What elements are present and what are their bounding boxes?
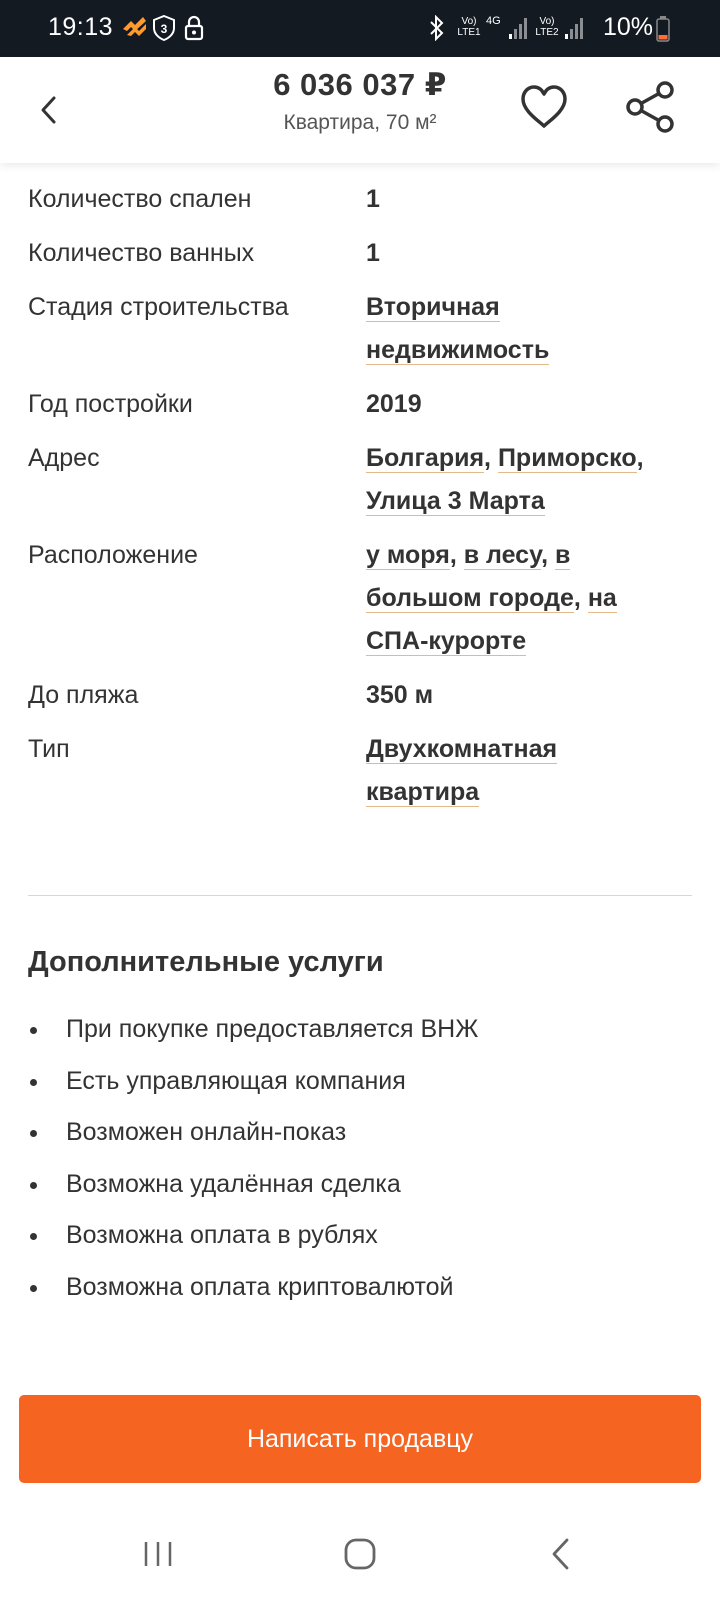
list-item: Возможна удалённая сделка	[28, 1159, 692, 1211]
link-in-forest[interactable]: в лесу	[463, 541, 542, 570]
bluetooth-icon	[428, 14, 446, 46]
network-label-2: Vo) LTE2	[535, 16, 559, 38]
lock-icon	[184, 15, 204, 46]
param-row-location: Расположение у моря, в лесу, в большом г…	[28, 534, 692, 663]
param-value: 1	[366, 239, 380, 267]
link-street[interactable]: Улица 3 Марта	[366, 487, 545, 516]
system-nav-bar	[0, 1505, 720, 1600]
param-row-address: Адрес Болгария, Приморско, Улица 3 Марта	[28, 437, 692, 523]
param-value: 2019	[366, 390, 422, 418]
divider	[28, 895, 692, 896]
services-list: При покупке предоставляется ВНЖ Есть упр…	[28, 1004, 692, 1313]
share-button[interactable]	[622, 79, 678, 135]
services-title: Дополнительные услуги	[28, 946, 384, 978]
list-item: При покупке предоставляется ВНЖ	[28, 1004, 692, 1056]
link-two-room-apartment[interactable]: Двухкомнатная квартира	[366, 735, 558, 807]
param-label: До пляжа	[28, 681, 139, 709]
notification-badge-count: 3	[161, 22, 168, 36]
network-type: 4G	[486, 15, 501, 27]
param-label: Стадия строительства	[28, 293, 289, 321]
param-label: Тип	[28, 735, 70, 763]
param-row-construction-stage: Стадия строительства Вторичная недвижимо…	[28, 286, 692, 372]
recents-icon	[144, 1542, 172, 1566]
link-country[interactable]: Болгария	[366, 444, 485, 473]
list-item: Возможен онлайн-показ	[28, 1107, 692, 1159]
recents-button[interactable]	[128, 1529, 188, 1579]
param-row-year-built: Год постройки 2019	[28, 383, 692, 426]
param-value: 1	[366, 185, 380, 213]
param-label: Количество ванных	[28, 239, 255, 267]
favorite-button[interactable]	[516, 79, 572, 135]
signal-icon-1	[508, 16, 530, 45]
shield-badge-icon: 3	[152, 14, 176, 46]
heart-icon	[521, 85, 567, 128]
back-icon	[552, 1538, 569, 1570]
nav-back-button[interactable]	[530, 1529, 590, 1579]
share-icon	[626, 81, 674, 133]
param-value: у моря, в лесу, в большом городе, на СПА…	[366, 541, 617, 656]
property-params: Количество спален 1 Количество ванных 1 …	[28, 178, 692, 825]
battery-icon	[656, 16, 670, 47]
param-label: Расположение	[28, 541, 198, 569]
header: 6 036 037 ₽ Квартира, 70 м²	[0, 57, 720, 163]
param-row-type: Тип Двухкомнатная квартира	[28, 728, 692, 814]
param-value: 350 м	[366, 681, 434, 709]
network-label-1: Vo) LTE1	[457, 16, 481, 38]
contact-seller-button[interactable]: Написать продавцу	[19, 1395, 701, 1483]
param-row-bedrooms: Количество спален 1	[28, 178, 692, 221]
param-value: Вторичная недвижимость	[366, 286, 676, 372]
param-label: Год постройки	[28, 390, 193, 418]
list-item: Есть управляющая компания	[28, 1056, 692, 1108]
battery-percent: 10%	[603, 13, 654, 41]
link-city[interactable]: Приморско	[497, 444, 637, 473]
property-subtitle: Квартира, 70 м²	[283, 111, 437, 134]
status-time: 19:13	[48, 13, 114, 41]
link-by-sea[interactable]: у моря	[366, 541, 450, 570]
param-label: Количество спален	[28, 185, 252, 213]
home-button[interactable]	[330, 1529, 390, 1579]
param-row-bathrooms: Количество ванных 1	[28, 232, 692, 275]
param-row-beach-distance: До пляжа 350 м	[28, 674, 692, 717]
param-label: Адрес	[28, 444, 100, 472]
list-item: Возможна оплата в рублях	[28, 1210, 692, 1262]
param-value: Двухкомнатная квартира	[366, 728, 676, 814]
link-secondary-property[interactable]: Вторичная недвижимость	[366, 293, 550, 365]
param-value: Болгария, Приморско, Улица 3 Марта	[366, 444, 644, 516]
home-icon	[344, 1538, 376, 1570]
signal-icon-2	[564, 16, 586, 45]
list-item: Возможна оплата криптовалютой	[28, 1262, 692, 1314]
app-notification-icon	[121, 17, 147, 44]
status-bar: 19:13 3 Vo) LTE1 4G Vo) LTE2 10%	[0, 0, 720, 57]
price-title: 6 036 037 ₽	[273, 67, 447, 102]
